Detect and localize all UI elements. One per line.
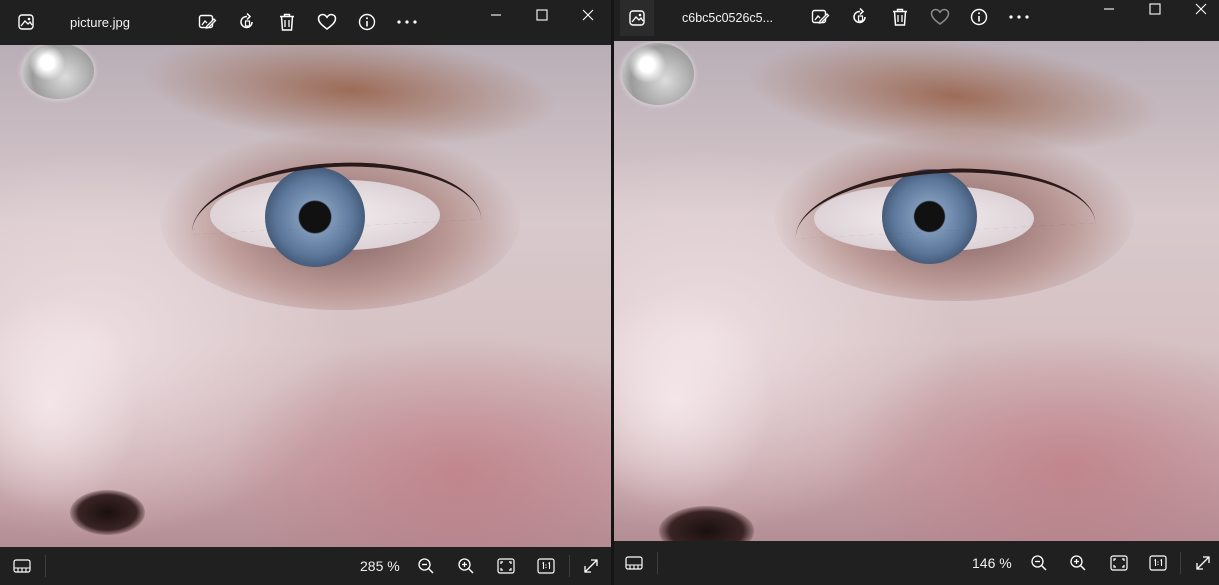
close-icon[interactable]	[573, 2, 603, 28]
zoom-out-icon[interactable]	[1025, 549, 1053, 577]
more-icon[interactable]	[393, 8, 421, 36]
file-name: picture.jpg	[70, 15, 130, 30]
minimize-icon[interactable]	[481, 2, 511, 28]
fit-to-window-icon[interactable]	[1105, 549, 1133, 577]
maximize-icon[interactable]	[1140, 0, 1170, 22]
photos-app-icon	[620, 0, 654, 36]
status-bar: 285 %	[0, 547, 611, 585]
minimize-icon[interactable]	[1094, 0, 1124, 22]
actual-size-icon[interactable]	[1144, 549, 1172, 577]
fullscreen-icon[interactable]	[1189, 549, 1217, 577]
more-icon[interactable]	[1005, 3, 1033, 31]
filmstrip-icon[interactable]	[620, 549, 648, 577]
trash-icon[interactable]	[886, 3, 914, 31]
edit-image-icon[interactable]	[806, 3, 834, 31]
status-bar: 146 %	[614, 541, 1219, 585]
fit-to-window-icon[interactable]	[492, 552, 520, 580]
zoom-level: 146 %	[972, 555, 1012, 571]
title-bar: picture.jpg	[0, 0, 611, 45]
fullscreen-icon[interactable]	[577, 552, 605, 580]
rotate-icon[interactable]	[233, 8, 261, 36]
maximize-icon[interactable]	[527, 2, 557, 28]
zoom-in-icon[interactable]	[1064, 549, 1092, 577]
edit-image-icon[interactable]	[193, 8, 221, 36]
image-canvas[interactable]	[614, 41, 1219, 541]
photo	[0, 45, 611, 547]
zoom-level: 285 %	[360, 558, 400, 574]
info-icon[interactable]	[965, 3, 993, 31]
title-bar: c6bc5c0526c5...	[614, 0, 1219, 41]
file-name: c6bc5c0526c5...	[682, 11, 774, 25]
zoom-out-icon[interactable]	[412, 552, 440, 580]
trash-icon[interactable]	[273, 8, 301, 36]
filmstrip-icon[interactable]	[8, 552, 36, 580]
photo	[614, 41, 1219, 541]
image-canvas[interactable]	[0, 45, 611, 547]
actual-size-icon[interactable]	[532, 552, 560, 580]
heart-icon[interactable]	[926, 3, 954, 31]
photo-viewer-window-right: c6bc5c0526c5... 146 %	[614, 0, 1219, 585]
info-icon[interactable]	[353, 8, 381, 36]
heart-icon[interactable]	[313, 8, 341, 36]
close-icon[interactable]	[1186, 0, 1216, 22]
zoom-in-icon[interactable]	[452, 552, 480, 580]
photo-viewer-window-left: picture.jpg 285 %	[0, 0, 612, 585]
photos-app-icon	[8, 4, 44, 40]
rotate-icon[interactable]	[846, 3, 874, 31]
